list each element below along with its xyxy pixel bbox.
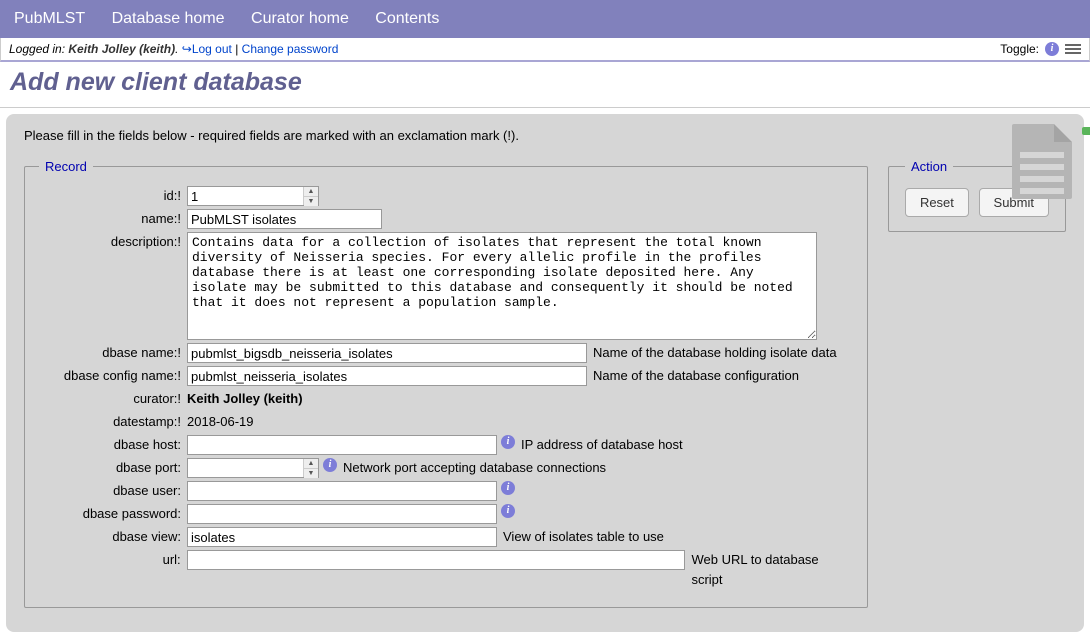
status-bar: Logged in: Keith Jolley (keith). ↪Log ou… [0,38,1090,62]
datestamp-value: 2018-06-19 [187,412,254,432]
dbase-port-note: Network port accepting database connecti… [343,458,606,478]
dbase-config-name-label: dbase config name:! [39,366,187,386]
dbase-port-spinner-buttons[interactable]: ▲▼ [303,459,318,477]
url-label: url: [39,550,187,570]
name-label: name:! [39,209,187,229]
id-input[interactable] [188,187,303,205]
dbase-password-label: dbase password: [39,504,187,524]
dbase-port-field[interactable]: ▲▼ [187,458,319,478]
description-textarea[interactable]: Contains data for a collection of isolat… [187,232,817,340]
nav-curator-home[interactable]: Curator home [251,10,349,27]
toggle-info-icon[interactable]: i [1045,42,1059,56]
dbase-config-name-note: Name of the database configuration [593,366,799,386]
toggle-label: Toggle: [1000,42,1039,56]
url-note: Web URL to database script [691,550,852,590]
dbase-user-label: dbase user: [39,481,187,501]
page-title: Add new client database [0,62,1090,108]
record-legend: Record [39,159,93,174]
dbase-host-info-icon[interactable]: i [501,435,515,449]
name-input[interactable] [187,209,382,229]
dbase-view-label: dbase view: [39,527,187,547]
dbase-user-info-icon[interactable]: i [501,481,515,495]
hamburger-menu-icon[interactable] [1065,44,1081,54]
dbase-port-input[interactable] [188,459,303,477]
url-input[interactable] [187,550,686,570]
curator-label: curator:! [39,389,187,409]
action-legend: Action [905,159,953,174]
dbase-view-input[interactable] [187,527,497,547]
id-label: id:! [39,186,187,206]
dbase-config-name-input[interactable] [187,366,587,386]
dbase-password-input[interactable] [187,504,497,524]
nav-database-home[interactable]: Database home [112,10,225,27]
dbase-user-input[interactable] [187,481,497,501]
id-field[interactable]: ▲▼ [187,186,319,206]
description-label: description:! [39,232,187,252]
dbase-name-note: Name of the database holding isolate dat… [593,343,837,363]
dbase-host-input[interactable] [187,435,497,455]
dbase-host-note: IP address of database host [521,435,683,455]
dbase-name-input[interactable] [187,343,587,363]
nav-contents[interactable]: Contents [375,10,439,27]
id-spinner-buttons[interactable]: ▲▼ [303,187,318,205]
dbase-port-label: dbase port: [39,458,187,478]
record-fieldset: Record id:! ▲▼ name:! description:! Cont… [24,159,868,608]
reset-button[interactable]: Reset [905,188,969,217]
nav-pubmlst[interactable]: PubMLST [14,10,85,27]
add-document-icon [1012,124,1074,204]
dbase-port-info-icon[interactable]: i [323,458,337,472]
current-user: Keith Jolley (keith) [68,42,175,56]
dbase-password-info-icon[interactable]: i [501,504,515,518]
top-nav: PubMLST Database home Curator home Conte… [0,0,1090,38]
change-password-link[interactable]: Change password [242,42,339,56]
main-panel: Please fill in the fields below - requir… [6,114,1084,632]
datestamp-label: datestamp:! [39,412,187,432]
form-hint: Please fill in the fields below - requir… [24,128,1066,143]
logged-in-label: Logged in: [9,42,68,56]
dbase-name-label: dbase name:! [39,343,187,363]
logout-link[interactable]: ↪Log out [182,42,232,56]
dbase-host-label: dbase host: [39,435,187,455]
dbase-view-note: View of isolates table to use [503,527,664,547]
curator-value: Keith Jolley (keith) [187,389,303,409]
